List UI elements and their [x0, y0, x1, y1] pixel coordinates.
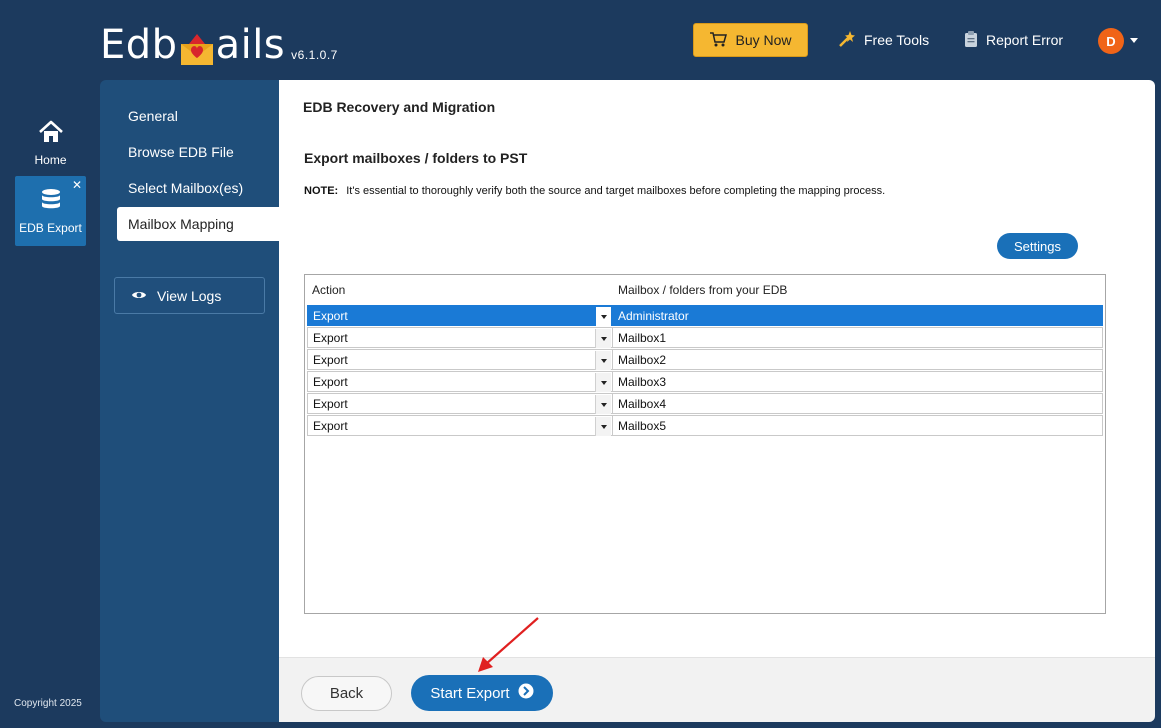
- grid-header: Action Mailbox / folders from your EDB: [305, 275, 1105, 305]
- arrow-circle-right-icon: [518, 683, 534, 703]
- wizard-steps-panel: General Browse EDB File Select Mailbox(e…: [100, 80, 282, 722]
- view-logs-button[interactable]: View Logs: [114, 277, 265, 314]
- section-title: Export mailboxes / folders to PST: [304, 150, 528, 166]
- action-select[interactable]: Export: [307, 393, 612, 414]
- user-avatar[interactable]: D: [1098, 28, 1124, 54]
- column-header-action[interactable]: Action: [312, 283, 345, 297]
- cart-icon: [709, 31, 728, 50]
- start-export-button[interactable]: Start Export: [411, 675, 553, 711]
- dropdown-arrow-icon[interactable]: [595, 351, 611, 370]
- note-body: It's essential to thoroughly verify both…: [346, 185, 886, 197]
- page-title: EDB Recovery and Migration: [303, 99, 496, 115]
- back-button[interactable]: Back: [301, 676, 392, 711]
- table-row[interactable]: Export Mailbox1: [306, 327, 1104, 349]
- table-row[interactable]: Export Mailbox5: [306, 415, 1104, 437]
- action-select[interactable]: Export: [307, 415, 612, 436]
- action-value: Export: [313, 308, 348, 323]
- buy-now-button[interactable]: Buy Now: [693, 23, 808, 57]
- envelope-logo-icon: [179, 30, 215, 65]
- mailbox-cell[interactable]: Administrator: [612, 305, 1103, 326]
- action-select[interactable]: Export: [307, 371, 612, 392]
- mailbox-cell[interactable]: Mailbox2: [612, 349, 1103, 370]
- mailbox-cell[interactable]: Mailbox1: [612, 327, 1103, 348]
- action-value: Export: [313, 418, 348, 433]
- action-select[interactable]: Export: [307, 349, 612, 370]
- mailbox-mapping-grid: Action Mailbox / folders from your EDB E…: [304, 274, 1106, 614]
- note-label: NOTE:: [304, 185, 339, 197]
- rail-home[interactable]: Home: [15, 108, 86, 178]
- table-row[interactable]: Export Mailbox3: [306, 371, 1104, 393]
- close-icon[interactable]: ✕: [72, 178, 82, 192]
- dropdown-arrow-icon[interactable]: [595, 373, 611, 392]
- rail-home-label: Home: [34, 152, 67, 167]
- step-general[interactable]: General: [117, 99, 279, 133]
- rail-edb-export-label: EDB Export: [19, 220, 82, 235]
- mailbox-cell[interactable]: Mailbox4: [612, 393, 1103, 414]
- dropdown-arrow-icon[interactable]: [595, 395, 611, 414]
- mailbox-cell[interactable]: Mailbox3: [612, 371, 1103, 392]
- copyright-text: Copyright 2025: [14, 698, 82, 709]
- column-header-mailbox[interactable]: Mailbox / folders from your EDB: [618, 283, 787, 297]
- settings-button[interactable]: Settings: [997, 233, 1078, 259]
- eye-icon: [131, 288, 147, 304]
- logo-text-left: Edb: [100, 22, 178, 68]
- logo-text-right: ails: [215, 22, 286, 68]
- dropdown-arrow-icon[interactable]: [595, 417, 611, 436]
- footer-bar: Back Start Export: [279, 657, 1155, 722]
- table-row[interactable]: Export Mailbox4: [306, 393, 1104, 415]
- rail-edb-export[interactable]: ✕ EDB Export: [15, 176, 86, 246]
- annotation-arrow-icon: [478, 617, 539, 672]
- action-select[interactable]: Export: [307, 327, 612, 348]
- dropdown-arrow-icon[interactable]: [595, 329, 611, 348]
- version-label: v6.1.0.7: [291, 48, 338, 62]
- free-tools-label: Free Tools: [864, 32, 930, 48]
- dropdown-arrow-icon[interactable]: [595, 307, 611, 326]
- star-wand-icon: [838, 30, 856, 51]
- database-icon: [40, 188, 62, 215]
- action-select[interactable]: Export: [307, 305, 612, 326]
- action-value: Export: [313, 352, 348, 367]
- note-text: NOTE: It's essential to thoroughly verify…: [304, 185, 885, 197]
- main-panel: EDB Recovery and Migration Export mailbo…: [279, 80, 1155, 657]
- action-value: Export: [313, 374, 348, 389]
- chevron-down-icon[interactable]: [1130, 38, 1138, 43]
- app-logo: Edb ails v6.1.0.7: [100, 18, 338, 68]
- buy-now-label: Buy Now: [735, 32, 792, 48]
- home-icon: [38, 120, 64, 147]
- start-export-label: Start Export: [430, 684, 510, 702]
- step-select-mailboxes[interactable]: Select Mailbox(es): [117, 171, 279, 205]
- report-error-label: Report Error: [986, 32, 1064, 48]
- free-tools-link[interactable]: Free Tools: [838, 30, 929, 50]
- action-value: Export: [313, 330, 348, 345]
- report-error-link[interactable]: Report Error: [964, 30, 1063, 50]
- table-row[interactable]: Export Administrator: [306, 305, 1104, 327]
- table-row[interactable]: Export Mailbox2: [306, 349, 1104, 371]
- mailbox-cell[interactable]: Mailbox5: [612, 415, 1103, 436]
- action-value: Export: [313, 396, 348, 411]
- step-browse-edb-file[interactable]: Browse EDB File: [117, 135, 279, 169]
- view-logs-label: View Logs: [157, 287, 222, 304]
- step-mailbox-mapping[interactable]: Mailbox Mapping: [117, 207, 282, 241]
- clipboard-icon: [964, 30, 978, 51]
